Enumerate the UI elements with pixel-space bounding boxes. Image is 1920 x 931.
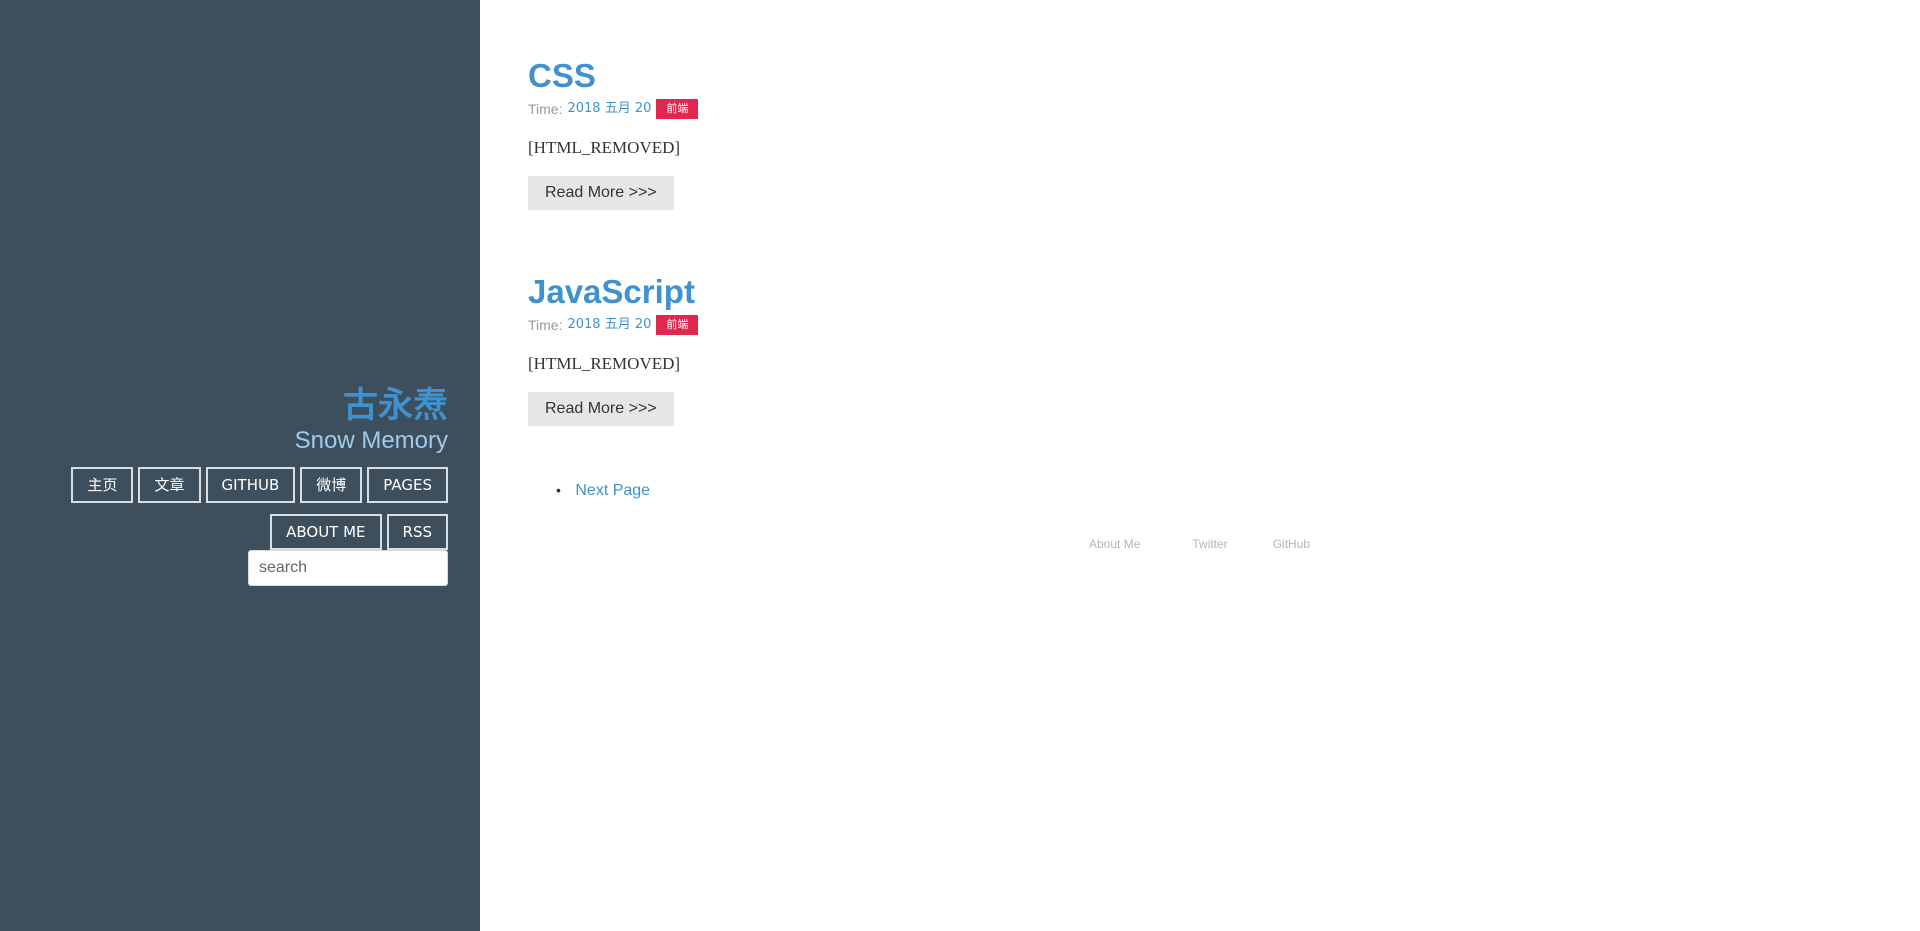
category-tag[interactable]: 前端 (656, 99, 699, 119)
post-item: CSS Time: 2018 五月 20 前端 [HTML_REMOVED] R… (528, 56, 1428, 210)
footer-twitter-link[interactable]: Twitter (1192, 537, 1227, 551)
bullet-icon: • (556, 482, 561, 498)
post-date[interactable]: 2018 五月 20 (567, 315, 651, 335)
time-label: Time: (528, 101, 563, 117)
footer-github-link[interactable]: GitHub (1273, 537, 1310, 551)
post-meta: Time: 2018 五月 20 前端 (528, 315, 1428, 335)
category-tag[interactable]: 前端 (656, 315, 699, 335)
brand: 古永焘 Snow Memory (295, 386, 448, 456)
site-title[interactable]: 古永焘 (295, 386, 448, 426)
post-meta: Time: 2018 五月 20 前端 (528, 99, 1428, 119)
time-label: Time: (528, 317, 563, 333)
post-item: JavaScript Time: 2018 五月 20 前端 [HTML_REM… (528, 272, 1428, 426)
sidebar: 古永焘 Snow Memory 主页 文章 GITHUB 微博 PAGES AB… (0, 0, 480, 931)
nav-home-button[interactable]: 主页 (71, 467, 134, 503)
footer: About Me Twitter GitHub (1089, 537, 1310, 551)
post-excerpt: [HTML_REMOVED] (528, 354, 681, 373)
post-title-link[interactable]: JavaScript (528, 272, 1428, 312)
nav-pages-button[interactable]: PAGES (367, 467, 448, 503)
post-date[interactable]: 2018 五月 20 (567, 99, 651, 119)
nav-about-me-button[interactable]: ABOUT ME (270, 514, 382, 550)
post-excerpt: [HTML_REMOVED] (528, 138, 681, 157)
read-more-button[interactable]: Read More >>> (528, 392, 674, 426)
nav-articles-button[interactable]: 文章 (138, 467, 201, 503)
search-input[interactable] (248, 550, 448, 586)
next-page-link[interactable]: Next Page (575, 482, 650, 499)
footer-about-me-link[interactable]: About Me (1089, 537, 1140, 551)
post-title-link[interactable]: CSS (528, 56, 1428, 96)
nav-github-button[interactable]: GITHUB (205, 467, 296, 503)
site-subtitle: Snow Memory (294, 427, 448, 454)
main-nav: 主页 文章 GITHUB 微博 PAGES ABOUT ME RSS (48, 467, 448, 550)
pagination: • Next Page (556, 478, 650, 503)
nav-rss-button[interactable]: RSS (386, 514, 448, 550)
read-more-button[interactable]: Read More >>> (528, 176, 674, 210)
nav-weibo-button[interactable]: 微博 (300, 467, 363, 503)
